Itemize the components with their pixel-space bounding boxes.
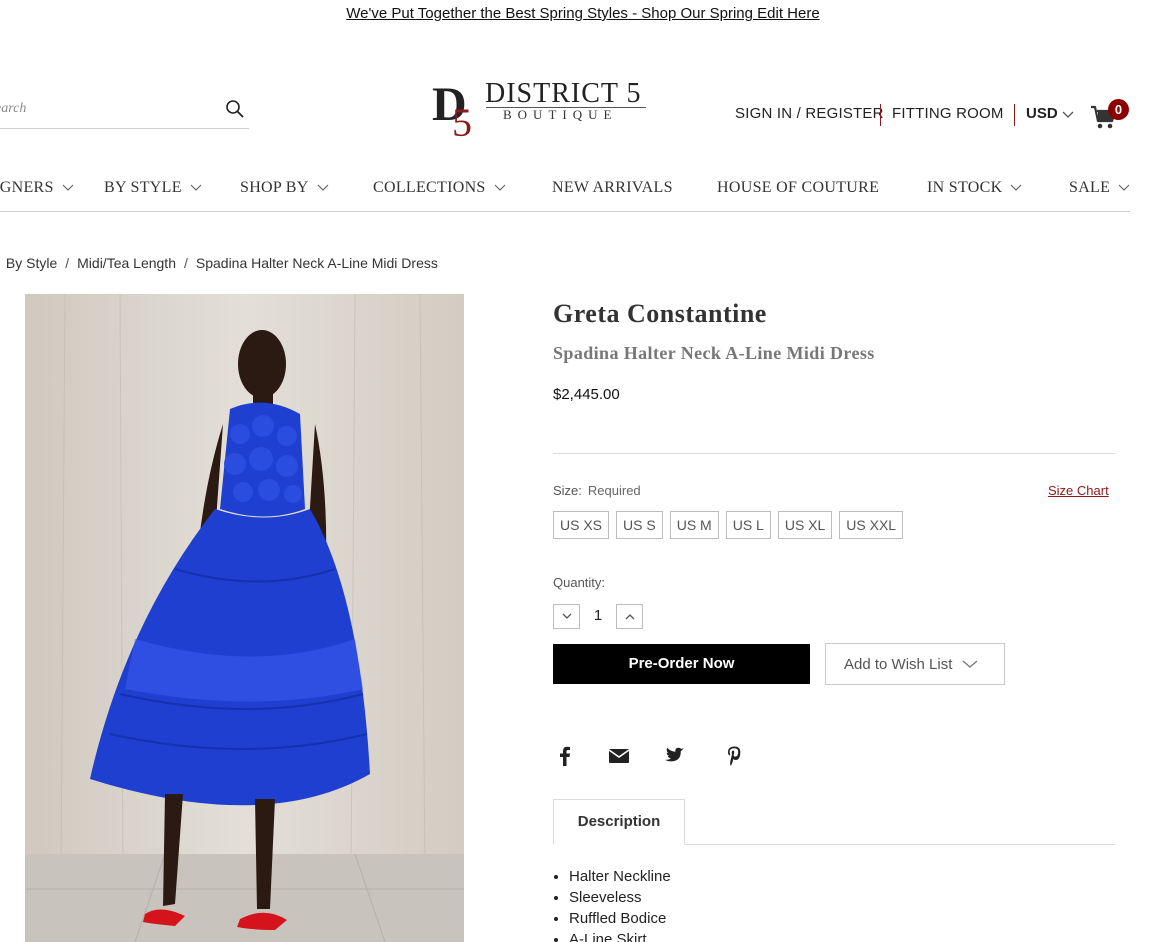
sign-in-link[interactable]: SIGN IN / REGISTER	[735, 105, 884, 122]
nav-item-sale[interactable]: SALE	[1069, 179, 1130, 197]
product-brand[interactable]: Greta Constantine	[553, 299, 767, 329]
tab-description[interactable]: Description	[553, 799, 685, 845]
cart-count-badge: 0	[1108, 99, 1129, 120]
chevron-down-icon	[190, 184, 202, 191]
search-icon[interactable]	[225, 99, 245, 119]
size-options: US XS US S US M US L US XL US XXL	[553, 511, 904, 539]
nav-item-collections[interactable]: COLLECTIONS	[373, 179, 506, 197]
size-required-text: Required	[587, 483, 641, 498]
logo-brand-text: DISTRICT 5	[485, 78, 642, 109]
nav-item-label: HOUSE OF COUTURE	[717, 179, 880, 196]
chevron-down-icon	[317, 184, 329, 191]
main-nav: DESIGNERS BY STYLE SHOP BY COLLECTIONS N…	[0, 176, 1130, 212]
breadcrumb-separator: /	[65, 255, 70, 271]
header-divider	[1014, 104, 1015, 126]
chevron-down-icon	[494, 184, 506, 191]
description-item: Sleeveless	[569, 887, 671, 908]
nav-item-label: BY STYLE	[104, 179, 182, 196]
description-item: Ruffled Bodice	[569, 908, 671, 929]
size-option[interactable]: US M	[669, 511, 719, 539]
nav-item-designers[interactable]: DESIGNERS	[0, 179, 74, 197]
quantity-value[interactable]: 1	[588, 607, 608, 624]
size-chart-link[interactable]: Size Chart	[1048, 483, 1109, 498]
promo-banner: We've Put Together the Best Spring Style…	[0, 5, 1166, 22]
email-icon[interactable]	[607, 744, 631, 768]
divider	[553, 453, 1115, 454]
quantity-decrease-button[interactable]	[553, 604, 580, 629]
nav-item-label: NEW ARRIVALS	[552, 179, 673, 196]
nav-item-in-stock[interactable]: IN STOCK	[927, 179, 1022, 197]
size-label-text: Size:	[553, 483, 582, 498]
quantity-increase-button[interactable]	[616, 604, 643, 629]
nav-item-by-style[interactable]: BY STYLE	[104, 179, 202, 197]
nav-item-label: DESIGNERS	[0, 179, 54, 196]
size-option[interactable]: US XS	[553, 511, 610, 539]
preorder-button[interactable]: Pre-Order Now	[553, 644, 810, 684]
chevron-down-icon[interactable]	[1062, 108, 1074, 120]
size-option[interactable]: US XXL	[839, 511, 904, 539]
nav-item-house-of-couture[interactable]: HOUSE OF COUTURE	[717, 179, 879, 197]
twitter-icon[interactable]	[662, 744, 686, 768]
product-price: $2,445.00	[553, 386, 620, 403]
product-title: Spadina Halter Neck A-Line Midi Dress	[553, 343, 875, 363]
chevron-up-icon	[625, 614, 634, 620]
chevron-down-icon	[1118, 184, 1130, 191]
description-list: Halter Neckline Sleeveless Ruffled Bodic…	[569, 866, 671, 942]
wishlist-label: Add to Wish List	[844, 655, 953, 673]
fitting-room-link[interactable]: FITTING ROOM	[892, 105, 1004, 122]
size-label: Size: Required	[553, 483, 641, 498]
product-photo	[25, 294, 464, 942]
pinterest-icon[interactable]	[722, 744, 746, 768]
nav-item-new-arrivals[interactable]: NEW ARRIVALS	[552, 179, 673, 197]
description-item: A-Line Skirt	[569, 929, 671, 942]
chevron-down-icon	[962, 660, 978, 668]
header-divider	[880, 104, 881, 126]
logo-sub-text: BOUTIQUE	[503, 107, 618, 122]
search-input[interactable]	[0, 97, 203, 121]
nav-item-label: COLLECTIONS	[373, 179, 486, 196]
nav-item-label: IN STOCK	[927, 179, 1003, 196]
search-bar	[0, 89, 249, 129]
add-to-wishlist-button[interactable]: Add to Wish List	[825, 643, 1005, 685]
breadcrumb-separator: /	[183, 255, 188, 271]
nav-item-shop-by[interactable]: SHOP BY	[240, 179, 329, 197]
chevron-down-icon	[562, 613, 571, 619]
promo-link[interactable]: We've Put Together the Best Spring Style…	[346, 5, 819, 22]
nav-item-label: SALE	[1069, 179, 1111, 196]
facebook-icon[interactable]	[553, 744, 577, 768]
quantity-label: Quantity:	[553, 575, 606, 590]
size-option[interactable]: US S	[616, 511, 663, 539]
size-option[interactable]: US L	[725, 511, 771, 539]
nav-item-label: SHOP BY	[240, 179, 309, 196]
breadcrumb: /By Style/Midi/Tea Length/Spadina Halter…	[0, 255, 438, 271]
site-logo[interactable]: D 5 DISTRICT 5 BOUTIQUE	[430, 76, 650, 140]
description-item: Halter Neckline	[569, 866, 671, 887]
breadcrumb-item[interactable]: By Style	[6, 255, 57, 271]
product-image[interactable]	[25, 294, 464, 942]
currency-selector[interactable]: USD	[1026, 105, 1058, 122]
size-option[interactable]: US XL	[777, 511, 833, 539]
chevron-down-icon	[1011, 184, 1022, 191]
svg-text:5: 5	[452, 100, 472, 140]
breadcrumb-current: Spadina Halter Neck A-Line Midi Dress	[195, 255, 438, 271]
chevron-down-icon	[62, 184, 74, 191]
breadcrumb-item[interactable]: Midi/Tea Length	[77, 255, 176, 271]
logo-monogram: D 5	[432, 78, 472, 140]
